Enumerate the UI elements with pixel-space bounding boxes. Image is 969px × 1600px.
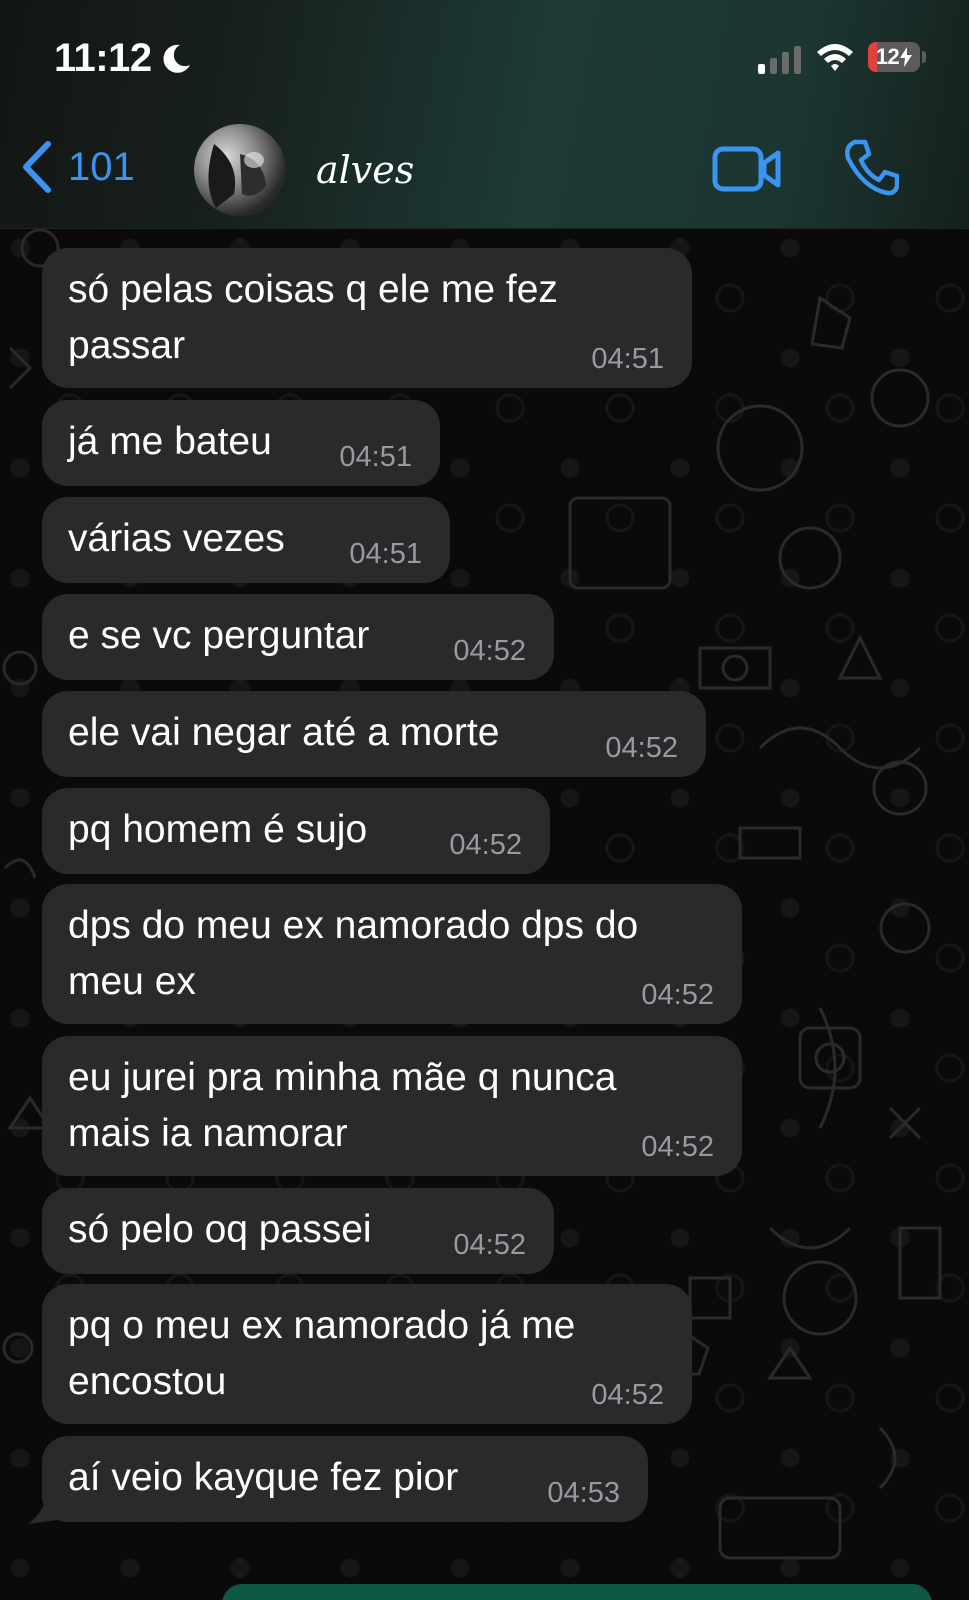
message-timestamp: 04:52 bbox=[605, 732, 678, 764]
message-timestamp: 04:52 bbox=[453, 635, 526, 667]
message-bubble[interactable]: só pelo oq passei 04:52 bbox=[42, 1188, 554, 1274]
message-text: dps do meu ex namorado dps do meu ex bbox=[68, 904, 639, 1003]
scroll-to-bottom-bar[interactable] bbox=[222, 1584, 932, 1600]
message-timestamp: 04:52 bbox=[449, 829, 522, 861]
message-timestamp: 04:52 bbox=[453, 1229, 526, 1261]
charging-bolt-icon bbox=[900, 47, 913, 67]
message-timestamp: 04:51 bbox=[591, 343, 664, 375]
clock: 11:12 bbox=[54, 36, 152, 80]
avatar[interactable] bbox=[194, 124, 286, 216]
cellular-signal-icon bbox=[758, 44, 801, 74]
message-timestamp: 04:52 bbox=[591, 1379, 664, 1411]
unread-count: 101 bbox=[68, 144, 135, 189]
video-call-icon[interactable] bbox=[712, 143, 782, 195]
status-bar-time: 11:12 bbox=[54, 36, 194, 81]
message-timestamp: 04:53 bbox=[547, 1477, 620, 1509]
back-chevron-icon bbox=[23, 141, 51, 193]
message-bubble[interactable]: pq homem é sujo 04:52 bbox=[42, 788, 550, 874]
message-bubble[interactable]: várias vezes 04:51 bbox=[42, 497, 450, 583]
bubble-tail-icon bbox=[28, 1496, 58, 1524]
message-timestamp: 04:52 bbox=[641, 979, 714, 1011]
message-text: aí veio kayque fez pior bbox=[68, 1456, 459, 1499]
message-text: ele vai negar até a morte bbox=[68, 711, 500, 754]
message-list[interactable]: só pelas coisas q ele me fez passar 04:5… bbox=[0, 228, 969, 1600]
message-text: eu jurei pra minha mãe q nunca mais ia n… bbox=[68, 1056, 617, 1155]
message-bubble[interactable]: aí veio kayque fez pior 04:53 bbox=[42, 1436, 648, 1522]
message-bubble[interactable]: só pelas coisas q ele me fez passar 04:5… bbox=[42, 248, 692, 388]
message-bubble[interactable]: ele vai negar até a morte 04:52 bbox=[42, 691, 706, 777]
whatsapp-chat-screen: só pelas coisas q ele me fez passar 04:5… bbox=[0, 0, 969, 1600]
contact-name[interactable]: alves bbox=[316, 148, 414, 192]
battery-level: 12 bbox=[875, 44, 900, 69]
message-timestamp: 04:51 bbox=[349, 538, 422, 570]
message-bubble[interactable]: eu jurei pra minha mãe q nunca mais ia n… bbox=[42, 1036, 742, 1176]
message-text: só pelas coisas q ele me fez passar bbox=[68, 268, 558, 367]
message-bubble[interactable]: já me bateu 04:51 bbox=[42, 400, 440, 486]
battery-cap bbox=[922, 51, 926, 63]
phone-call-icon[interactable] bbox=[843, 138, 899, 196]
wifi-icon bbox=[817, 44, 853, 71]
battery-icon: 12 bbox=[868, 42, 920, 72]
moon-icon bbox=[163, 44, 190, 73]
message-bubble[interactable]: dps do meu ex namorado dps do meu ex 04:… bbox=[42, 884, 742, 1024]
chat-header: 11:12 12 101 alves bbox=[0, 0, 969, 229]
avatar-photo bbox=[208, 144, 266, 208]
message-timestamp: 04:52 bbox=[641, 1131, 714, 1163]
back-button[interactable]: 101 bbox=[18, 138, 135, 196]
message-bubble[interactable]: e se vc perguntar 04:52 bbox=[42, 594, 554, 680]
message-text: pq o meu ex namorado já me encostou bbox=[68, 1304, 576, 1403]
message-timestamp: 04:51 bbox=[339, 441, 412, 473]
message-bubble[interactable]: pq o meu ex namorado já me encostou 04:5… bbox=[42, 1284, 692, 1424]
